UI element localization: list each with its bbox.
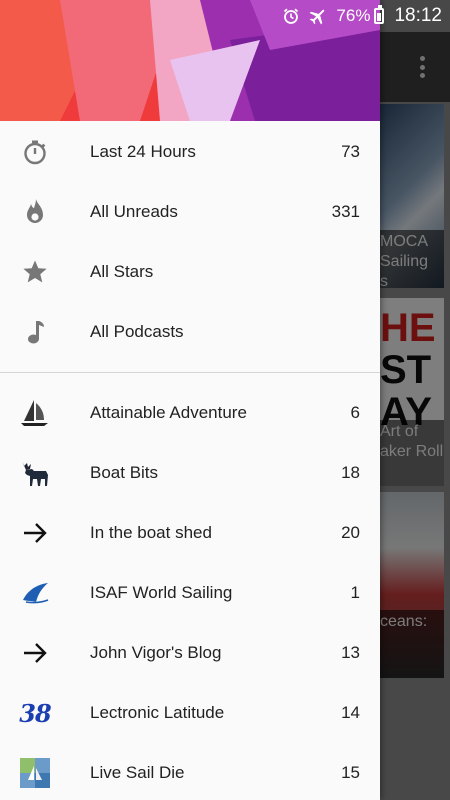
row-label: ISAF World Sailing	[90, 583, 233, 602]
star-icon	[20, 257, 50, 287]
status-time: 18:12	[394, 5, 442, 26]
unread-count: 6	[350, 403, 360, 422]
feed-live-sail-die[interactable]: Live Sail Die 15	[0, 743, 380, 800]
live-sail-die-favicon	[20, 758, 50, 788]
row-label: Live Sail Die	[90, 763, 185, 782]
row-label: Boat Bits	[90, 463, 159, 482]
status-bar: 76% 18:12	[0, 0, 450, 32]
number-38-favicon: 38	[19, 698, 51, 728]
feed-in-the-boat-shed[interactable]: In the boat shed 20	[0, 503, 380, 563]
smart-folder-last-24-hours[interactable]: Last 24 Hours 73	[0, 122, 380, 182]
sailboat-favicon	[20, 398, 50, 428]
row-label: All Stars	[90, 262, 154, 281]
unread-count: 14	[341, 703, 360, 722]
row-label: Lectronic Latitude	[90, 703, 225, 722]
smart-folder-all-unreads[interactable]: All Unreads 331	[0, 182, 380, 242]
unread-count: 20	[341, 523, 360, 542]
alarm-icon	[282, 7, 300, 25]
feed-john-vigors-blog[interactable]: John Vigor's Blog 13	[0, 623, 380, 683]
fire-icon	[20, 197, 50, 227]
unread-count: 15	[341, 763, 360, 782]
arrow-right-icon	[20, 518, 50, 548]
smart-folder-all-podcasts[interactable]: All Podcasts	[0, 302, 380, 362]
row-label: In the boat shed	[90, 523, 212, 542]
moose-favicon	[20, 458, 50, 488]
battery-icon	[374, 5, 385, 24]
battery-percent: 76%	[336, 6, 371, 25]
feed-lectronic-latitude[interactable]: 38 Lectronic Latitude 14	[0, 683, 380, 743]
unread-count: 18	[341, 463, 360, 482]
row-label: John Vigor's Blog	[90, 643, 222, 662]
timer-icon	[20, 137, 50, 167]
unread-count: 331	[331, 202, 360, 221]
row-label: All Podcasts	[90, 322, 184, 341]
airplane-mode-icon	[308, 6, 328, 26]
row-label: All Unreads	[90, 202, 178, 221]
unread-count: 1	[350, 583, 360, 602]
navigation-drawer: Last 24 Hours 73 All Unreads 331 All Sta…	[0, 0, 380, 800]
music-note-icon	[20, 317, 50, 347]
arrow-right-icon	[20, 638, 50, 668]
isaf-favicon	[20, 578, 50, 608]
row-label: Last 24 Hours	[90, 142, 196, 161]
drawer-list: Last 24 Hours 73 All Unreads 331 All Sta…	[0, 122, 380, 800]
smart-folder-all-stars[interactable]: All Stars	[0, 242, 380, 302]
unread-count: 73	[341, 142, 360, 161]
feed-attainable-adventure[interactable]: Attainable Adventure 6	[0, 383, 380, 443]
unread-count: 13	[341, 643, 360, 662]
feed-boat-bits[interactable]: Boat Bits 18	[0, 443, 380, 503]
feed-isaf-world-sailing[interactable]: ISAF World Sailing 1	[0, 563, 380, 623]
row-label: Attainable Adventure	[90, 403, 247, 422]
section-divider	[0, 372, 380, 373]
